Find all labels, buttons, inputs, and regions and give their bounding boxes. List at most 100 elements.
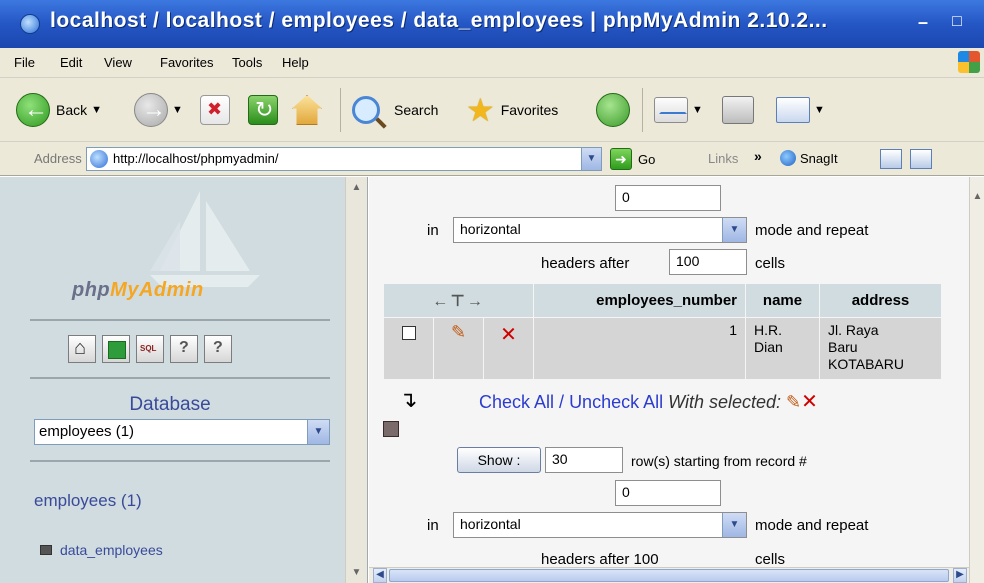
table-icon[interactable]: [40, 545, 52, 555]
address-dropdown-icon[interactable]: ▼: [581, 148, 601, 170]
results-table: ←⊤→ employees_number name address ✎ ✕ 1 …: [383, 283, 942, 380]
uncheck-all-link[interactable]: Uncheck All: [569, 392, 663, 412]
toolbar: Back ▼ ▼ Search ★ Favorites ▼ ▼: [0, 78, 984, 142]
repeat-headers-input[interactable]: 100: [669, 249, 747, 275]
phpmyadmin-logo: phpMyAdmin: [72, 279, 204, 301]
scroll-up-icon[interactable]: ▲: [970, 191, 984, 202]
phpmyadmin-logo-area[interactable]: phpMyAdmin: [0, 177, 340, 317]
back-label: Back: [56, 102, 88, 118]
mail-dropdown-icon[interactable]: ▼: [692, 104, 703, 116]
snagit-icon: [780, 150, 796, 166]
right-vertical-scrollbar[interactable]: ▲: [969, 177, 984, 583]
chevron-down-icon[interactable]: ▼: [722, 218, 746, 242]
forward-button[interactable]: ▼: [134, 90, 183, 130]
snagit-button[interactable]: SnagIt: [780, 150, 838, 166]
column-header-name[interactable]: name: [745, 283, 820, 318]
edit-button[interactable]: ▼: [776, 90, 825, 130]
menu-file[interactable]: File: [14, 55, 35, 70]
favorites-button[interactable]: ★ Favorites: [466, 90, 558, 130]
database-heading-link[interactable]: employees (1): [34, 491, 142, 511]
forward-dropdown-icon[interactable]: ▼: [172, 104, 183, 116]
search-button[interactable]: Search: [352, 90, 438, 130]
main-content-frame: 0 in horizontal ▼ mode and repeat header…: [369, 177, 969, 567]
start-record-input-2[interactable]: 0: [615, 480, 721, 506]
help-icon[interactable]: [204, 335, 232, 363]
sql-icon[interactable]: [136, 335, 164, 363]
address-input[interactable]: http://localhost/phpmyadmin/ ▼: [86, 147, 602, 171]
snagit-label: SnagIt: [800, 150, 838, 166]
query-window-icon[interactable]: [102, 335, 130, 363]
refresh-button[interactable]: [248, 90, 278, 130]
menu-view[interactable]: View: [104, 55, 132, 70]
menu-edit[interactable]: Edit: [60, 55, 82, 70]
windows-logo-icon: [958, 51, 980, 73]
horizontal-scrollbar[interactable]: ◀ ▶: [369, 567, 969, 583]
scroll-left-icon[interactable]: ◀: [373, 568, 387, 583]
ie-icon: [20, 14, 40, 34]
chevron-down-icon[interactable]: ▼: [722, 513, 746, 537]
column-header-address[interactable]: address: [819, 283, 942, 318]
with-selected-edit-icon[interactable]: ✎: [786, 392, 801, 412]
mail-button[interactable]: ▼: [654, 90, 703, 130]
home-icon[interactable]: [68, 335, 96, 363]
show-button[interactable]: Show :: [457, 447, 541, 473]
documentation-icon[interactable]: [170, 335, 198, 363]
go-button[interactable]: ➜ Go: [610, 148, 655, 170]
delete-x-icon[interactable]: ✕: [500, 324, 517, 346]
scrollbar-thumb[interactable]: [389, 569, 949, 582]
show-rows-input[interactable]: 30: [545, 447, 623, 473]
menu-tools[interactable]: Tools: [232, 55, 262, 70]
scroll-down-icon[interactable]: ▼: [348, 564, 365, 581]
sort-header[interactable]: ←⊤→: [383, 283, 534, 318]
with-selected-delete-icon[interactable]: ✕: [801, 391, 818, 413]
check-all-link[interactable]: Check All: [479, 392, 554, 412]
column-sort-arrows-icon[interactable]: ←⊤→: [432, 293, 485, 310]
edit-pencil-icon[interactable]: ✎: [451, 322, 466, 342]
print-view-icon[interactable]: [383, 421, 399, 437]
scroll-right-icon[interactable]: ▶: [953, 568, 967, 583]
cell-name: H.R. Dian: [745, 317, 820, 380]
table-row: ✎ ✕ 1 H.R. Dian Jl. Raya Baru KOTABARU: [383, 317, 942, 380]
divider: [30, 319, 330, 321]
links-chevron-icon[interactable]: »: [754, 148, 762, 164]
display-mode-select[interactable]: horizontal ▼: [453, 217, 747, 243]
scroll-up-icon[interactable]: ▲: [348, 179, 365, 196]
stop-button[interactable]: [200, 90, 230, 130]
table-name[interactable]: data_employees: [60, 542, 163, 558]
address-url[interactable]: http://localhost/phpmyadmin/: [113, 151, 278, 166]
database-select[interactable]: employees (1) ▼: [34, 419, 330, 445]
menu-bar: File Edit View Favorites Tools Help: [0, 48, 984, 78]
row-checkbox[interactable]: [401, 326, 416, 340]
left-vertical-scrollbar[interactable]: ▲ ▼: [345, 177, 367, 583]
table-item-data-employees[interactable]: data_employees: [40, 542, 163, 558]
toolbar-separator: [340, 88, 341, 132]
history-button[interactable]: [596, 90, 630, 130]
links-label[interactable]: Links: [708, 151, 738, 166]
menu-help[interactable]: Help: [282, 55, 309, 70]
column-header-employees-number[interactable]: employees_number: [533, 283, 746, 318]
sailboat-logo-icon: [150, 191, 260, 287]
history-icon: [596, 93, 630, 127]
maximize-button[interactable]: □: [944, 10, 970, 36]
window-title-bar: localhost / localhost / employees / data…: [0, 0, 984, 48]
home-button[interactable]: [292, 90, 322, 130]
print-button[interactable]: [722, 90, 754, 130]
back-dropdown-icon[interactable]: ▼: [91, 104, 102, 116]
start-record-input[interactable]: 0: [615, 185, 721, 211]
edit-dropdown-icon[interactable]: ▼: [814, 104, 825, 116]
snagit-window-icon[interactable]: [880, 149, 902, 169]
menu-favorites[interactable]: Favorites: [160, 55, 213, 70]
back-button[interactable]: Back ▼: [16, 90, 102, 130]
address-label: Address: [34, 151, 82, 166]
cells-label-2: cells: [755, 551, 786, 567]
check-separator: /: [554, 392, 570, 412]
forward-arrow-icon: [134, 93, 168, 127]
minimize-button[interactable]: –: [910, 10, 936, 36]
stop-icon: [200, 95, 230, 125]
cell-employees-number: 1: [533, 317, 746, 380]
mode-and-repeat-label-2: mode and repeat: [755, 517, 869, 534]
chevron-down-icon[interactable]: ▼: [307, 420, 329, 444]
display-mode-select-2[interactable]: horizontal ▼: [453, 512, 747, 538]
snagit-capture-icon[interactable]: [910, 149, 932, 169]
display-mode-value: horizontal: [460, 221, 521, 237]
